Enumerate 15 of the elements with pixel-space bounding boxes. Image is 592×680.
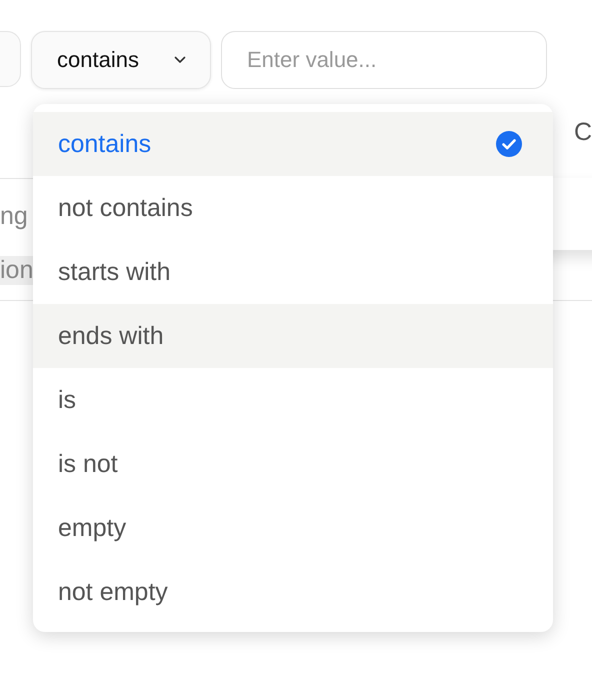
column-header: C [574, 118, 592, 147]
value-field[interactable]: Enter value... [221, 31, 547, 89]
operator-dropdown[interactable]: contains [31, 31, 211, 89]
menu-option[interactable]: not empty [33, 560, 553, 624]
table-cell: ng [0, 202, 28, 231]
check-icon [496, 131, 522, 157]
menu-option[interactable]: ends with [33, 304, 553, 368]
table-cell: ion [0, 256, 34, 285]
menu-option[interactable]: is [33, 368, 553, 432]
menu-option[interactable]: starts with [33, 240, 553, 304]
menu-option[interactable]: contains [33, 112, 553, 176]
menu-option[interactable]: is not [33, 432, 553, 496]
menu-option[interactable]: not contains [33, 176, 553, 240]
chevron-down-icon [174, 56, 186, 64]
menu-option[interactable]: empty [33, 496, 553, 560]
